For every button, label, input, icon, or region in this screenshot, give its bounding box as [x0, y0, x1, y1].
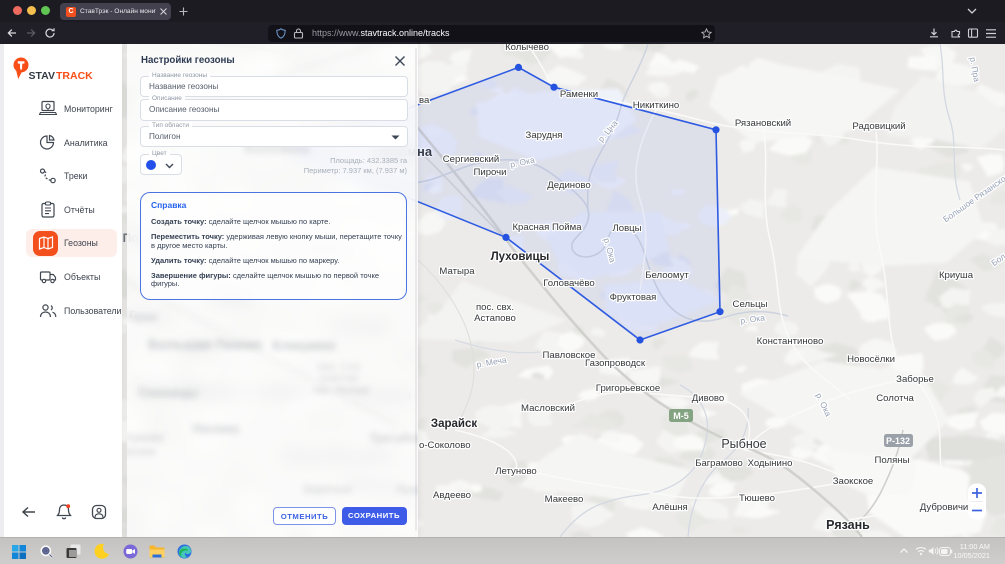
svg-text:Головачёво: Головачёво: [543, 278, 595, 289]
svg-text:Дединово: Дединово: [547, 180, 591, 191]
svg-text:пос. свх.: пос. свх.: [476, 302, 514, 313]
svg-text:Григорьевское: Григорьевское: [596, 383, 660, 394]
svg-text:М-5: М-5: [673, 411, 689, 421]
svg-text:Пирочи: Пирочи: [473, 167, 506, 178]
svg-text:Радовицкий: Радовицкий: [852, 121, 905, 132]
svg-text:Астапово: Астапово: [474, 313, 516, 324]
svg-text:Солотча: Солотча: [876, 393, 914, 404]
svg-text:Алёшня: Алёшня: [652, 502, 688, 513]
svg-text:Летуново: Летуново: [495, 466, 537, 477]
svg-text:Газопроводск: Газопроводск: [585, 358, 646, 369]
svg-text:Дубровичи: Дубровичи: [920, 502, 969, 513]
svg-text:Р-132: Р-132: [886, 436, 910, 446]
svg-text:Новосёлки: Новосёлки: [847, 354, 895, 365]
svg-text:Ходынино: Ходынино: [748, 458, 793, 469]
svg-text:Рязановский: Рязановский: [735, 118, 791, 129]
svg-text:Масловский: Масловский: [521, 403, 575, 414]
svg-text:Луховицы: Луховицы: [491, 251, 550, 263]
svg-text:Тюшево: Тюшево: [739, 493, 775, 504]
svg-text:Фруктовая: Фруктовая: [610, 292, 657, 303]
svg-text:Рязань: Рязань: [826, 518, 870, 532]
svg-text:Заборье: Заборье: [896, 374, 934, 385]
svg-text:Сергиевский: Сергиевский: [443, 154, 500, 165]
svg-text:Зарайск: Зарайск: [431, 418, 477, 430]
svg-text:о-Соколово: о-Соколово: [419, 440, 471, 451]
svg-text:Поляны: Поляны: [874, 455, 909, 466]
svg-text:Сельцы: Сельцы: [733, 299, 768, 310]
svg-text:Константиново: Константиново: [757, 336, 824, 347]
svg-text:Рыбное: Рыбное: [721, 437, 766, 451]
svg-text:Дивово: Дивово: [692, 393, 725, 404]
svg-text:Белоомут: Белоомут: [645, 270, 689, 281]
svg-text:Заокское: Заокское: [833, 476, 874, 487]
svg-text:Матыра: Матыра: [439, 266, 475, 277]
svg-text:Никиткино: Никиткино: [633, 100, 679, 111]
svg-text:Макеево: Макеево: [545, 494, 584, 505]
svg-text:Колычево: Колычево: [505, 44, 549, 53]
svg-text:Ловцы: Ловцы: [612, 223, 641, 234]
svg-text:Баграмово: Баграмово: [695, 458, 743, 469]
svg-text:Криуша: Криуша: [939, 270, 974, 281]
svg-text:Авдеево: Авдеево: [433, 490, 471, 501]
svg-text:Красная Пойма: Красная Пойма: [512, 222, 582, 233]
svg-text:ва: ва: [419, 95, 430, 106]
svg-text:Раменки: Раменки: [560, 89, 598, 100]
svg-text:Зарудня: Зарудня: [526, 130, 563, 141]
